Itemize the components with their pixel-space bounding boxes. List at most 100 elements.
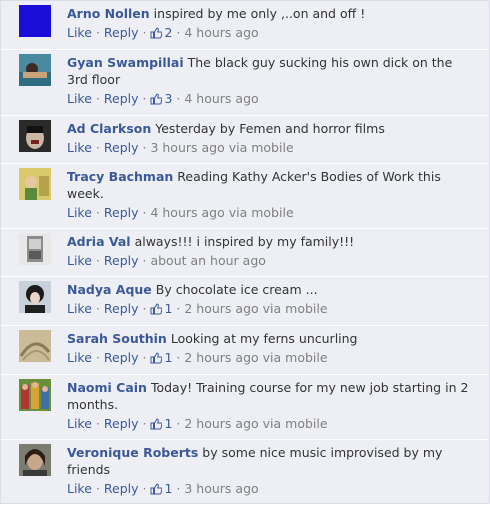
reply-link[interactable]: Reply [104,350,139,365]
comment-time[interactable]: 4 hours ago [184,91,258,106]
thumbs-up-icon [150,418,163,430]
separator: · [142,416,147,431]
separator: · [142,140,147,155]
reply-link[interactable]: Reply [104,25,139,40]
comment-time[interactable]: 2 hours ago [184,416,258,431]
reply-link[interactable]: Reply [104,481,139,496]
comment-author[interactable]: Ad Clarkson [67,121,151,136]
like-count[interactable]: 1 [150,301,172,316]
like-link[interactable]: Like [67,350,92,365]
comment-author[interactable]: Sarah Southin [67,331,167,346]
comment-author[interactable]: Naomi Cain [67,380,147,395]
reply-link[interactable]: Reply [104,301,139,316]
like-link[interactable]: Like [67,205,92,220]
photo-avatar-icon [19,281,51,313]
comment-body: Veronique Roberts by some nice music imp… [67,444,477,497]
avatar[interactable] [19,120,51,152]
comment-meta: Like · Reply · 1 · 2 hours ago via mobil… [67,300,477,317]
comment-time[interactable]: 4 hours ago [184,25,258,40]
comment-author[interactable]: Arno Nollen [67,6,150,21]
thumbs-up-icon [150,93,163,105]
comment-time[interactable]: 3 hours ago [150,140,224,155]
like-link[interactable]: Like [67,301,92,316]
separator: · [142,205,147,220]
photo-avatar-icon [19,444,51,476]
comment-meta: Like · Reply · 4 hours ago via mobile [67,204,477,221]
blue-square-avatar-icon [19,5,51,37]
like-link[interactable]: Like [67,416,92,431]
comment-item: Sarah Southin Looking at my ferns uncurl… [1,326,489,375]
comment-via: via mobile [262,350,328,365]
comment-body: Nadya Aque By chocolate ice cream ... Li… [67,281,477,317]
comment-meta: Like · Reply · 3 hours ago via mobile [67,139,477,156]
separator: · [176,301,181,316]
separator: · [142,301,147,316]
comment-item: Ad Clarkson Yesterday by Femen and horro… [1,116,489,164]
comment-item: Nadya Aque By chocolate ice cream ... Li… [1,277,489,326]
comment-author[interactable]: Gyan Swampillai [67,55,184,70]
like-count-value: 3 [164,91,173,106]
avatar[interactable] [19,5,51,37]
like-count-value: 1 [164,481,173,496]
comment-via: via mobile [262,416,328,431]
comment-body: Sarah Southin Looking at my ferns uncurl… [67,330,477,366]
separator: · [142,91,147,106]
like-link[interactable]: Like [67,253,92,268]
comment-meta: Like · Reply · about an hour ago [67,252,477,269]
comment-body: Tracy Bachman Reading Kathy Acker's Bodi… [67,168,477,221]
separator: · [95,140,100,155]
photo-avatar-icon [19,330,51,362]
comment-author[interactable]: Tracy Bachman [67,169,173,184]
comment-time[interactable]: 2 hours ago [184,350,258,365]
avatar[interactable] [19,444,51,476]
avatar[interactable] [19,168,51,200]
comment-body: Gyan Swampillai The black guy sucking hi… [67,54,477,107]
separator: · [142,481,147,496]
reply-link[interactable]: Reply [104,140,139,155]
comment-time[interactable]: 2 hours ago [184,301,258,316]
like-link[interactable]: Like [67,25,92,40]
reply-link[interactable]: Reply [104,253,139,268]
reply-link[interactable]: Reply [104,205,139,220]
like-count[interactable]: 2 [150,25,172,40]
comment-time[interactable]: about an hour ago [150,253,265,268]
like-link[interactable]: Like [67,481,92,496]
like-count[interactable]: 1 [150,481,172,496]
like-count[interactable]: 1 [150,350,172,365]
avatar[interactable] [19,54,51,86]
separator: · [95,481,100,496]
separator: · [95,350,100,365]
separator: · [95,205,100,220]
comment-via: via mobile [262,301,328,316]
thumbs-up-icon [150,27,163,39]
comment-item: Tracy Bachman Reading Kathy Acker's Bodi… [1,164,489,229]
like-link[interactable]: Like [67,91,92,106]
comment-body: Adria Val always!!! i inspired by my fam… [67,233,477,269]
comment-item: Arno Nollen inspired by me only ,..on an… [1,1,489,50]
like-count[interactable]: 3 [150,91,172,106]
like-count-value: 1 [164,350,173,365]
photo-avatar-icon [19,379,51,411]
separator: · [176,350,181,365]
separator: · [95,25,100,40]
separator: · [176,481,181,496]
like-count[interactable]: 1 [150,416,172,431]
avatar[interactable] [19,281,51,313]
like-count-value: 2 [164,25,173,40]
like-link[interactable]: Like [67,140,92,155]
comment-author[interactable]: Nadya Aque [67,282,152,297]
photo-avatar-icon [19,54,51,86]
comment-time[interactable]: 4 hours ago [150,205,224,220]
separator: · [142,350,147,365]
reply-link[interactable]: Reply [104,91,139,106]
comment-item: Gyan Swampillai The black guy sucking hi… [1,50,489,116]
avatar[interactable] [19,379,51,411]
comment-author[interactable]: Adria Val [67,234,131,249]
comment-time[interactable]: 3 hours ago [184,481,258,496]
comment-text: Yesterday by Femen and horror films [155,121,385,136]
thumbs-up-icon [150,483,163,495]
avatar[interactable] [19,233,51,265]
comment-author[interactable]: Veronique Roberts [67,445,198,460]
avatar[interactable] [19,330,51,362]
reply-link[interactable]: Reply [104,416,139,431]
